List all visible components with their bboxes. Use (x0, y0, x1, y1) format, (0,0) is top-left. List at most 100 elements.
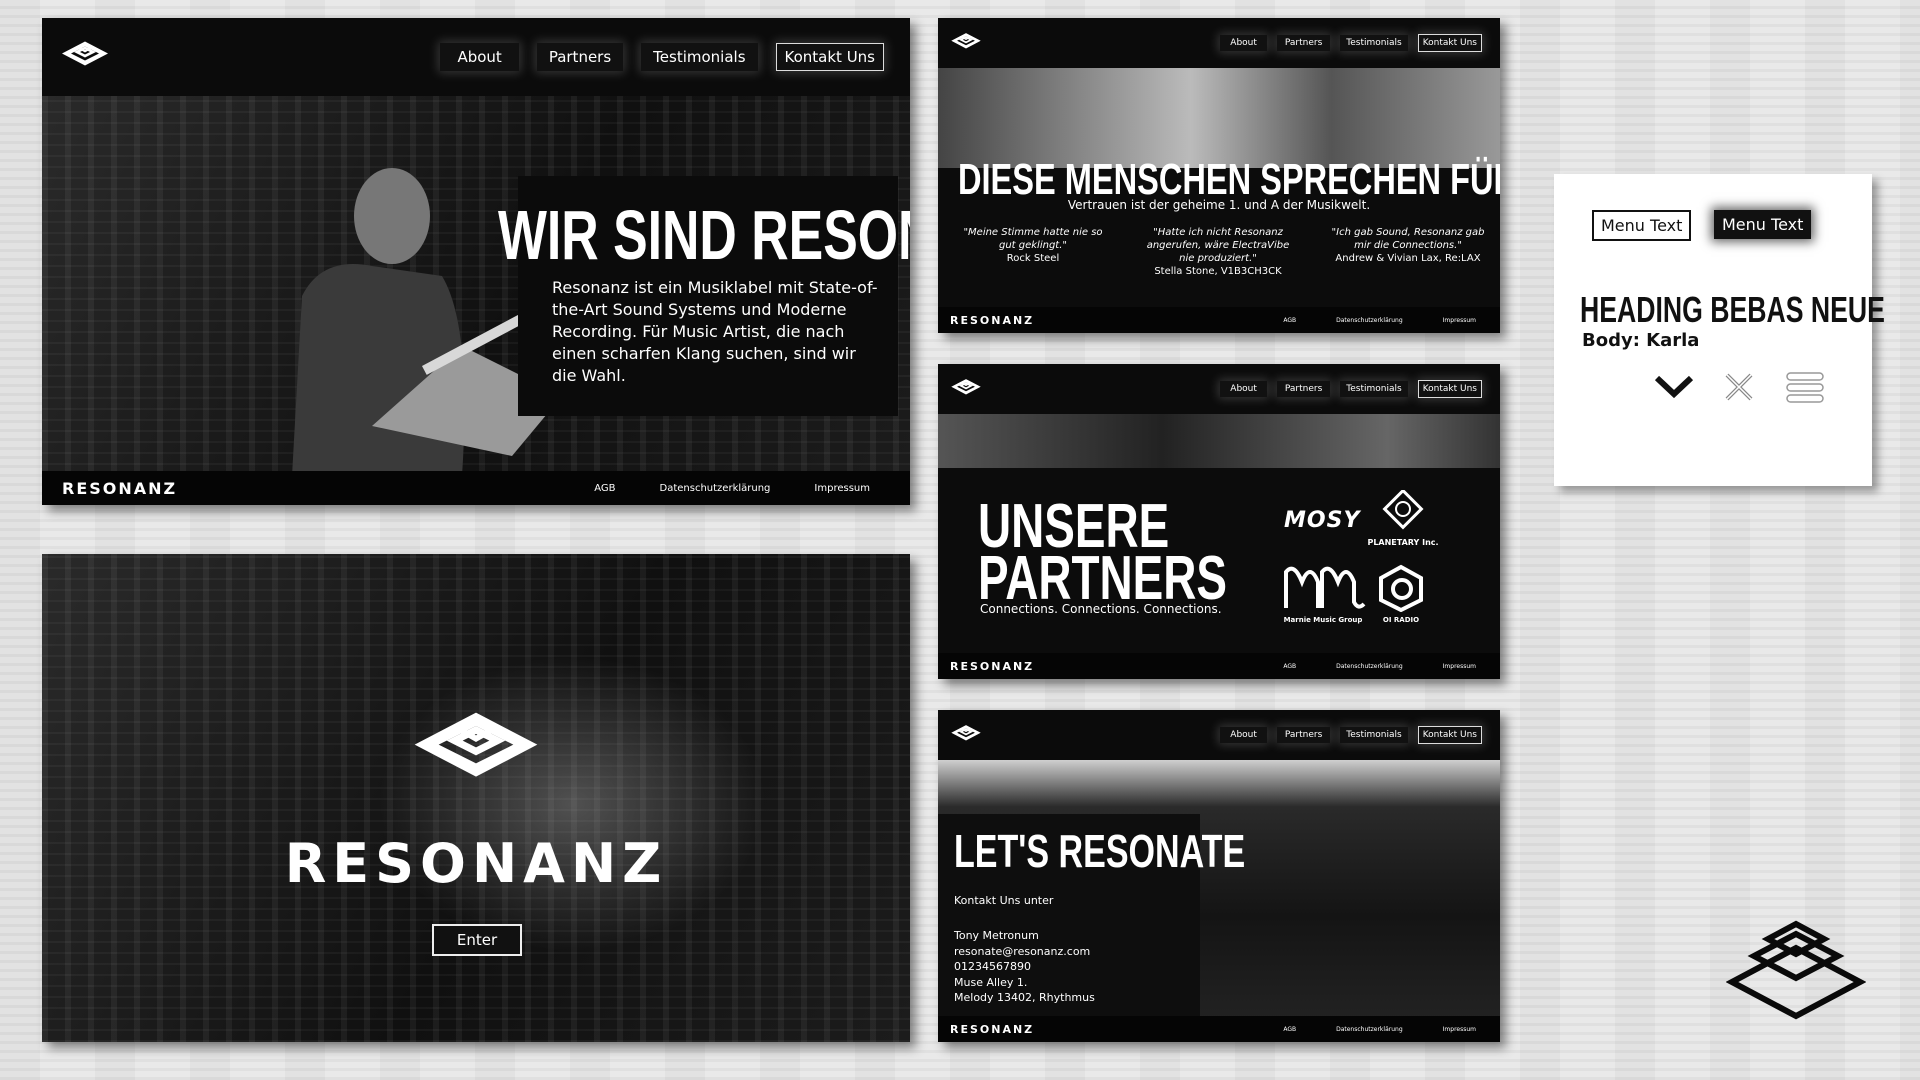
testimonial-item: "Hatte ich nicht Resonanz angerufen, wär… (1143, 226, 1293, 278)
nav-about-button[interactable]: About (1220, 35, 1267, 51)
logo-icon[interactable] (950, 720, 982, 750)
testimonial-list: "Meine Stimme hatte nie so gut geklingt.… (958, 226, 1488, 278)
footer-links: AGB Datenschutzerklärung Impressum (1283, 663, 1476, 670)
testimonial-author: Andrew & Vivian Lax, Re:LAX (1335, 253, 1481, 264)
navbar: About Partners Testimonials Kontakt Uns (938, 18, 1500, 68)
testimonials-heading: DIESE MENSCHEN SPRECHEN FÜR UNS (958, 155, 1500, 204)
footer: RESONANZ AGB Datenschutzerklärung Impres… (42, 471, 910, 505)
navbar: About Partners Testimonials Kontakt Uns (938, 364, 1500, 414)
menu-text-outline-sample[interactable]: Menu Text (1592, 210, 1692, 241)
menu-text-filled-sample[interactable]: Menu Text (1714, 210, 1812, 239)
partners-tagline: Connections. Connections. Connections. (980, 602, 1222, 616)
footer: RESONANZ AGB Datenschutzerklärung Impres… (938, 1016, 1500, 1042)
nav-about-button[interactable]: About (440, 43, 519, 71)
contact-phone[interactable]: 01234567890 (954, 959, 1095, 975)
footer-privacy-link[interactable]: Datenschutzerklärung (1336, 663, 1403, 670)
footer-brand[interactable]: RESONANZ (950, 1023, 1034, 1036)
contact-name: Tony Metronum (954, 929, 1039, 942)
testimonial-author: Rock Steel (1006, 253, 1060, 264)
oi-radio-icon (1379, 564, 1423, 613)
footer: RESONANZ AGB Datenschutzerklärung Impres… (938, 307, 1500, 333)
hero-heading: WIR SIND RESONANZ (498, 196, 910, 274)
landing-brand: RESONANZ (284, 832, 668, 895)
style-guide-card: Menu Text Menu Text HEADING BEBAS NEUE B… (1554, 174, 1885, 486)
footer-privacy-link[interactable]: Datenschutzerklärung (1336, 317, 1403, 324)
footer-agb-link[interactable]: AGB (1283, 1026, 1296, 1033)
footer-agb-link[interactable]: AGB (1283, 317, 1296, 324)
partner-logo-mosy[interactable]: MOSY (1284, 508, 1360, 533)
nav-contact-button[interactable]: Kontakt Uns (1417, 380, 1482, 398)
marnie-label: Marnie Music Group (1283, 616, 1363, 624)
partners-page-mockup: About Partners Testimonials Kontakt Uns … (938, 364, 1500, 679)
nav-buttons: About Partners Testimonials Kontakt Uns (440, 43, 884, 71)
chevron-down-icon[interactable] (1652, 372, 1696, 402)
navbar: About Partners Testimonials Kontakt Uns (938, 710, 1500, 760)
nav-partners-button[interactable]: Partners (536, 43, 624, 71)
footer-brand[interactable]: RESONANZ (62, 479, 177, 498)
nav-buttons: About Partners Testimonials Kontakt Uns (1220, 726, 1482, 744)
footer-imprint-link[interactable]: Impressum (1443, 1026, 1476, 1033)
testimonial-quote: "Hatte ich nicht Resonanz angerufen, wär… (1146, 227, 1290, 264)
landing-logo-icon (406, 694, 546, 814)
oi-radio-label: OI RADIO (1382, 616, 1420, 624)
footer-privacy-link[interactable]: Datenschutzerklärung (660, 483, 771, 494)
footer-imprint-link[interactable]: Impressum (1443, 663, 1476, 670)
logo-icon[interactable] (950, 374, 982, 404)
navbar: About Partners Testimonials Kontakt Uns (42, 18, 910, 96)
nav-partners-button[interactable]: Partners (1276, 35, 1331, 51)
landing-page-mockup: RESONANZ Enter (42, 554, 910, 1042)
nav-contact-button[interactable]: Kontakt Uns (1417, 34, 1482, 52)
testimonial-quote: "Ich gab Sound, Resonanz gab mir die Con… (1331, 227, 1485, 251)
footer-imprint-link[interactable]: Impressum (814, 483, 870, 494)
nav-contact-button[interactable]: Kontakt Uns (775, 43, 884, 71)
nav-testimonials-button[interactable]: Testimonials (641, 43, 758, 71)
enter-button[interactable]: Enter (432, 924, 522, 956)
heading-font-sample: HEADING BEBAS NEUE (1580, 289, 1885, 330)
logo-icon[interactable] (60, 34, 110, 80)
partner-logo-oi-radio[interactable]: OI RADIO (1366, 564, 1436, 624)
nav-about-button[interactable]: About (1220, 727, 1267, 743)
footer-brand[interactable]: RESONANZ (950, 314, 1034, 327)
nav-contact-button[interactable]: Kontakt Uns (1417, 726, 1482, 744)
footer-agb-link[interactable]: AGB (594, 483, 615, 494)
hamburger-menu-icon[interactable] (1784, 370, 1826, 406)
hero-text-panel: WIR SIND RESONANZ Resonanz ist ein Musik… (498, 176, 910, 416)
partner-logo-planetary[interactable]: PLANETARY Inc. (1358, 488, 1448, 547)
nav-testimonials-button[interactable]: Testimonials (1340, 381, 1408, 397)
contact-city: Melody 13402, Rhythmus (954, 991, 1095, 1004)
contact-panel: LET'S RESONATE Kontakt Uns unter Tony Me… (938, 814, 1245, 1016)
nav-buttons: About Partners Testimonials Kontakt Uns (1220, 34, 1482, 52)
footer-imprint-link[interactable]: Impressum (1443, 317, 1476, 324)
footer: RESONANZ AGB Datenschutzerklärung Impres… (938, 653, 1500, 679)
testimonial-author: Stella Stone, V1B3CH3CK (1154, 266, 1282, 277)
testimonial-item: "Ich gab Sound, Resonanz gab mir die Con… (1328, 226, 1488, 278)
footer-agb-link[interactable]: AGB (1283, 663, 1296, 670)
studio-image (938, 414, 1500, 468)
planetary-icon (1382, 488, 1424, 530)
testimonial-quote: "Meine Stimme hatte nie so gut geklingt.… (963, 227, 1103, 251)
testimonials-subheading: Vertrauen ist der geheime 1. und A der M… (1067, 198, 1371, 212)
partner-logo-marnie[interactable]: Marnie Music Group (1278, 562, 1368, 624)
contact-intro: Kontakt Uns unter (954, 894, 1054, 907)
contact-email[interactable]: resonate@resonanz.com (954, 944, 1095, 960)
nav-buttons: About Partners Testimonials Kontakt Uns (1220, 380, 1482, 398)
contact-heading: LET'S RESONATE (954, 825, 1246, 877)
hero-body: Resonanz ist ein Musiklabel mit State-of… (552, 278, 878, 385)
testimonials-page-mockup: About Partners Testimonials Kontakt Uns … (938, 18, 1500, 333)
nav-partners-button[interactable]: Partners (1276, 727, 1331, 743)
brand-logo-icon (1726, 920, 1866, 1020)
footer-privacy-link[interactable]: Datenschutzerklärung (1336, 1026, 1403, 1033)
nav-testimonials-button[interactable]: Testimonials (1340, 35, 1408, 51)
nav-partners-button[interactable]: Partners (1276, 381, 1331, 397)
footer-links: AGB Datenschutzerklärung Impressum (1283, 317, 1476, 324)
contact-page-mockup: About Partners Testimonials Kontakt Uns … (938, 710, 1500, 1042)
nav-about-button[interactable]: About (1220, 381, 1267, 397)
home-page-mockup: About Partners Testimonials Kontakt Uns … (42, 18, 910, 505)
footer-brand[interactable]: RESONANZ (950, 660, 1034, 673)
marnie-icon (1284, 566, 1366, 609)
close-icon[interactable] (1722, 370, 1756, 404)
body-font-sample: Body: Karla (1582, 330, 1700, 351)
nav-testimonials-button[interactable]: Testimonials (1340, 727, 1408, 743)
logo-icon[interactable] (950, 28, 982, 58)
footer-links: AGB Datenschutzerklärung Impressum (594, 483, 870, 494)
